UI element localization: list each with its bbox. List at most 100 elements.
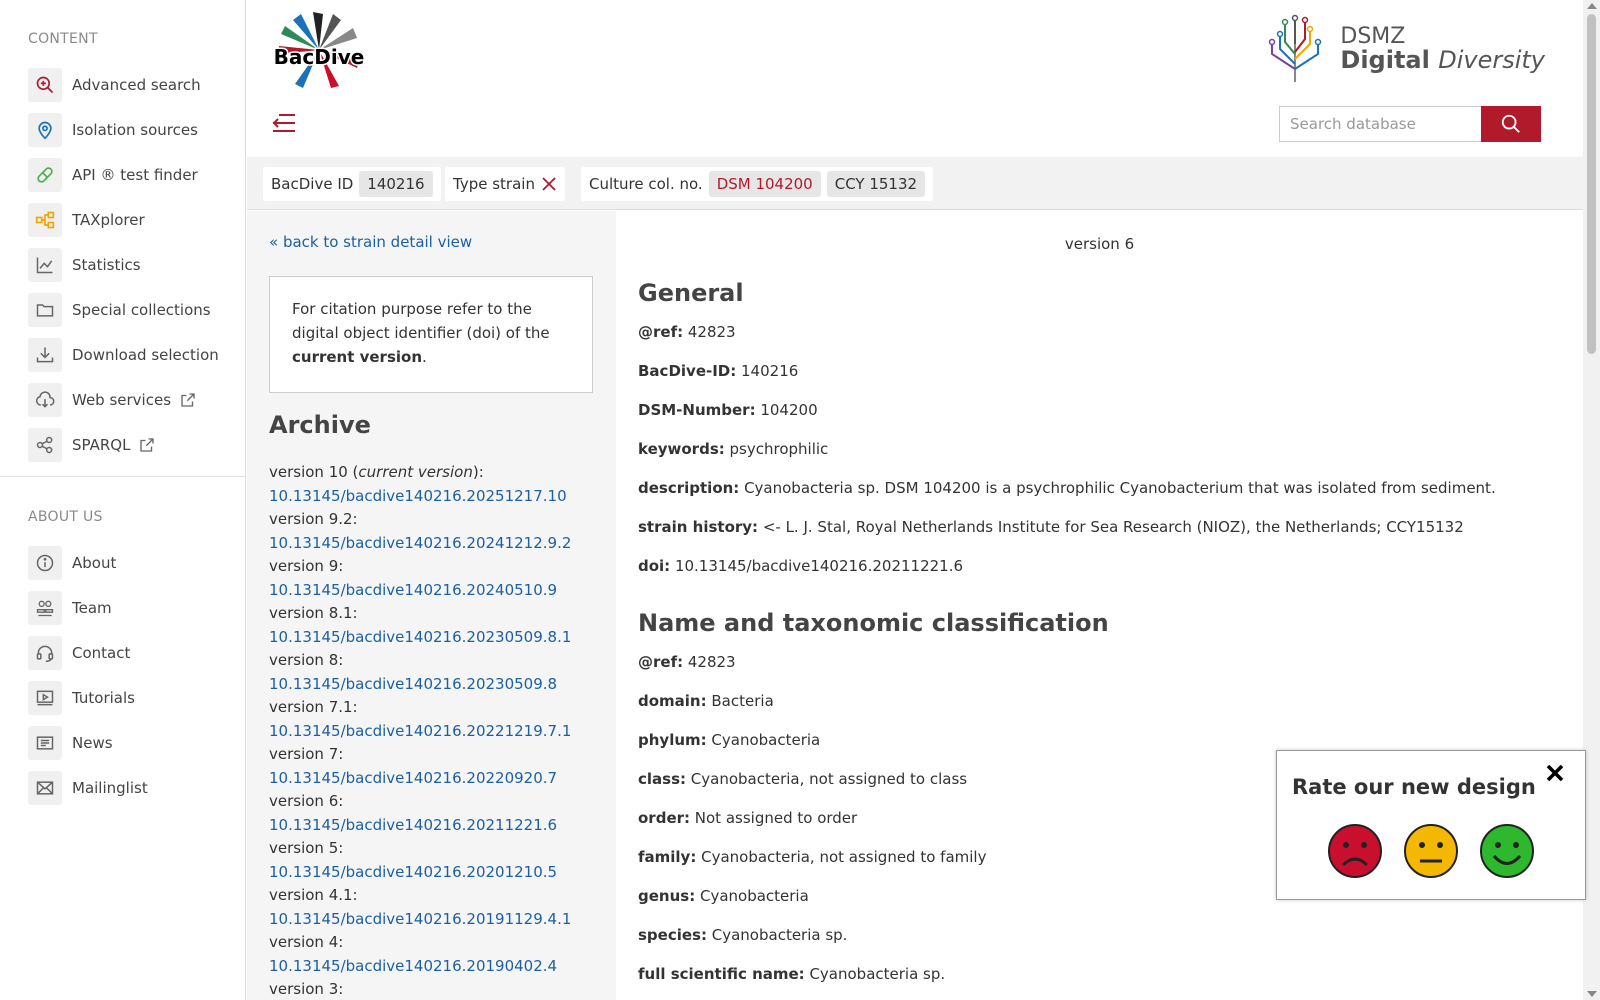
archive-title: Archive [269,411,371,439]
folder-icon [28,292,62,327]
archive-doi-link[interactable]: 10.13145/bacdive140216.20240510.9 [269,579,571,603]
menu-collapse-icon [272,114,295,132]
sidebar-item-contact[interactable]: Contact [28,630,148,675]
field-keywords: keywords: psychrophilic [638,440,829,458]
envelope-icon [28,770,62,805]
sidebar-item-sparql[interactable]: SPARQL [28,422,219,467]
field-species: species: Cyanobacteria sp. [638,926,848,944]
rate-sad-button[interactable] [1327,823,1383,879]
back-to-strain-link[interactable]: « back to strain detail view [269,233,472,251]
sidebar-item-tutorials[interactable]: Tutorials [28,675,148,720]
scroll-up-arrow-icon[interactable] [1587,3,1597,9]
sidebar-item-mailinglist[interactable]: Mailinglist [28,765,148,810]
archive-doi-link[interactable]: 10.13145/bacdive140216.20230509.8.1 [269,626,571,650]
citation-note: For citation purpose refer to the digita… [269,276,593,393]
bacdive-logo[interactable]: BacDive [269,10,369,92]
sidebar-item-label: Special collections [72,300,211,319]
sidebar-item-news[interactable]: News [28,720,148,765]
search-bar [1279,106,1541,142]
scroll-down-arrow-icon[interactable] [1587,991,1597,997]
external-link-icon [179,391,197,409]
team-icon [28,590,62,625]
happy-face-icon [1480,824,1534,878]
field-tax-ref: @ref: 42823 [638,653,736,671]
archive-panel: « back to strain detail view For citatio… [247,211,616,1000]
archive-item: version 8: 10.13145/bacdive140216.2023050… [269,649,571,696]
culture-col-dsm[interactable]: DSM 104200 [708,171,821,197]
archive-doi-link[interactable]: 10.13145/bacdive140216.20230509.8 [269,673,571,697]
bacdive-id-tag: BacDive ID 140216 [263,167,441,201]
archive-list: version 10 (current version): 10.13145/b… [269,461,571,1000]
sidebar-item-special-collections[interactable]: Special collections [28,287,219,332]
sidebar-item-about[interactable]: About [28,540,148,585]
archive-version: version 5: [269,839,344,857]
archive-item: version 7: 10.13145/bacdive140216.2022092… [269,743,571,790]
info-circle-icon [28,545,62,580]
archive-doi-link[interactable]: 10.13145/bacdive140216.20191129.4.1 [269,908,571,932]
citation-text: For citation purpose refer to the digita… [292,300,550,342]
field-dsm-number: DSM-Number: 104200 [638,401,818,419]
cloud-download-icon [28,382,62,417]
type-strain-tag: Type strain [445,167,565,201]
culture-collection-tag: Culture col. no. DSM 104200 CCY 15132 [581,167,934,201]
sidebar-item-download-selection[interactable]: Download selection [28,332,219,377]
sad-face-icon [1328,824,1382,878]
archive-item: version 4: 10.13145/bacdive140216.2019040… [269,931,571,978]
archive-doi-link[interactable]: 10.13145/bacdive140216.20251217.10 [269,485,571,509]
strain-tag-bar: BacDive ID 140216 Type strain Culture co… [247,157,1583,210]
sidebar-item-label: Statistics [72,255,141,274]
rating-title: Rate our new design [1292,775,1536,799]
dsmz-logo[interactable]: DSMZ Digital Diversity [1260,14,1545,84]
archive-doi-link[interactable]: 10.13145/bacdive140216.20211221.6 [269,814,571,838]
rate-happy-button[interactable] [1479,823,1535,879]
archive-doi-link[interactable]: 10.13145/bacdive140216.20190402.4 [269,955,571,979]
sidebar-item-label: API ® test finder [72,165,198,184]
sidebar-item-label: Advanced search [72,75,201,94]
archive-item: version 8.1: 10.13145/bacdive140216.20230… [269,602,571,649]
culture-col-ccy[interactable]: CCY 15132 [826,171,926,197]
sidebar-item-web-services[interactable]: Web services [28,377,219,422]
field-order: order: Not assigned to order [638,809,858,827]
field-genus: genus: Cyanobacteria [638,887,809,905]
sidebar-item-label: Tutorials [72,688,135,707]
archive-version: version 8: [269,651,344,669]
search-input[interactable] [1279,106,1481,142]
sidebar-item-isolation-sources[interactable]: Isolation sources [28,107,219,152]
nodes-icon [28,427,62,462]
archive-item: version 3: [269,978,571,1000]
citation-end: . [422,348,427,366]
archive-version: version 4: [269,933,344,951]
archive-doi-link[interactable]: 10.13145/bacdive140216.20221219.7.1 [269,720,571,744]
sidebar-item-label: Contact [72,643,131,662]
sidebar-item-label: TAXplorer [72,210,145,229]
rating-close-button[interactable] [1543,761,1567,785]
dsmz-line1: DSMZ [1340,24,1406,49]
type-strain-label: Type strain [453,175,535,193]
sidebar-divider [0,476,246,477]
line-chart-icon [28,247,62,282]
sidebar-item-taxplorer[interactable]: TAXplorer [28,197,219,242]
sidebar-item-advanced-search[interactable]: Advanced search [28,62,219,107]
dsmz-tree-icon [1269,14,1322,82]
archive-item: version 7.1: 10.13145/bacdive140216.20221… [269,696,571,743]
archive-version: version 3: [269,980,344,998]
download-tray-icon [28,337,62,372]
menu-toggle-button[interactable] [271,110,297,136]
archive-item: version 5: 10.13145/bacdive140216.2020121… [269,837,571,884]
archive-item: version 6: 10.13145/bacdive140216.2021122… [269,790,571,837]
sidebar-item-api-test-finder[interactable]: API ® test finder [28,152,219,197]
rate-neutral-button[interactable] [1403,823,1459,879]
sidebar-item-team[interactable]: Team [28,585,148,630]
archive-version: version 10 ( [269,463,359,481]
archive-version: version 8.1: [269,604,358,622]
archive-doi-link[interactable]: 10.13145/bacdive140216.20201210.5 [269,861,571,885]
archive-doi-link[interactable]: 10.13145/bacdive140216.20241212.9.2 [269,532,571,556]
sidebar-item-label: Team [72,598,112,617]
scroll-thumb[interactable] [1587,14,1596,354]
close-icon [1546,764,1564,782]
archive-version: version 7.1: [269,698,358,716]
field-family: family: Cyanobacteria, not assigned to f… [638,848,987,866]
search-button[interactable] [1481,106,1541,142]
archive-doi-link[interactable]: 10.13145/bacdive140216.20220920.7 [269,767,571,791]
sidebar-item-statistics[interactable]: Statistics [28,242,219,287]
